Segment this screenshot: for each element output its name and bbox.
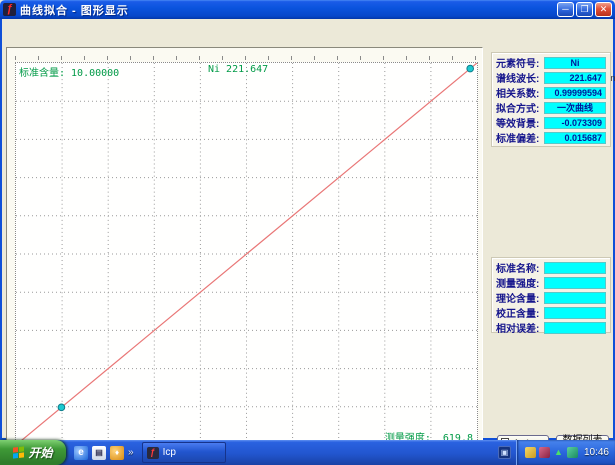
fit-method-row: 拟合方式: 一次曲线 <box>496 100 606 115</box>
wavelength-label: 谱线波长: <box>496 70 539 85</box>
sample-intensity-label: 测量强度: <box>496 275 539 290</box>
correlation-row: 相关系数: 0.99999594 <box>496 85 606 100</box>
restore-icon[interactable]: ❐ <box>576 2 593 17</box>
fit-info-panel: 元素符号: Ni 谱线波长: 221.647 nm 相关系数: 0.999995… <box>491 52 611 147</box>
fit-method-field[interactable]: 一次曲线 <box>544 102 606 114</box>
standard-content-annotation: 标准含量: 10.00000 <box>19 64 119 79</box>
chart-container: 标准含量: 10.00000 Ni 221.647 测量强度: 619.8 <box>6 47 483 454</box>
app-window: ƒ 曲线拟合 - 图形显示 ─ ❐ ✕ 标准含量: 10.00000 Ni 22… <box>0 0 615 465</box>
taskbar-item-icp[interactable]: ƒ Icp <box>142 442 226 463</box>
taskbar: 开始 e ▤ ♦ » ƒ Icp ▣ ▲ 10:46 <box>0 440 615 465</box>
chart-ruler <box>15 52 478 61</box>
theoretical-content-field[interactable] <box>544 292 606 304</box>
relative-error-label: 相对误差: <box>496 320 539 335</box>
background-label: 等效背景: <box>496 115 539 130</box>
start-button-label: 开始 <box>28 444 52 461</box>
corrected-content-field[interactable] <box>544 307 606 319</box>
background-row: 等效背景: -0.073309 <box>496 115 606 130</box>
chevron-right-icon[interactable]: » <box>128 447 134 458</box>
corrected-content-row: 校正含量: <box>496 305 606 320</box>
standard-name-row: 标准名称: <box>496 260 606 275</box>
fit-method-label: 拟合方式: <box>496 100 539 115</box>
windows-logo-icon <box>13 446 24 458</box>
wavelength-row: 谱线波长: 221.647 nm <box>496 70 606 85</box>
theoretical-content-row: 理论含量: <box>496 290 606 305</box>
window-title: 曲线拟合 - 图形显示 <box>20 2 129 18</box>
correlation-label: 相关系数: <box>496 85 539 100</box>
sample-intensity-row: 测量强度: <box>496 275 606 290</box>
calibration-plot[interactable]: 标准含量: 10.00000 Ni 221.647 测量强度: 619.8 <box>15 62 478 446</box>
minimize-icon[interactable]: ─ <box>557 2 574 17</box>
standard-name-label: 标准名称: <box>496 260 539 275</box>
quick-launch: e ▤ ♦ » <box>74 446 134 460</box>
close-icon[interactable]: ✕ <box>595 2 612 17</box>
relative-error-row: 相对误差: <box>496 320 606 335</box>
tray-icon-2[interactable] <box>539 447 550 458</box>
tray-icon-1[interactable] <box>525 447 536 458</box>
start-button[interactable]: 开始 <box>0 440 66 465</box>
element-symbol-row: 元素符号: Ni <box>496 55 606 70</box>
plot-canvas <box>16 63 477 445</box>
messenger-icon[interactable]: ♦ <box>110 446 124 460</box>
sample-info-panel: 标准名称: 测量强度: 理论含量: 校正含量: 相对误差: <box>491 257 611 333</box>
icp-app-icon: ƒ <box>147 447 159 459</box>
titlebar[interactable]: ƒ 曲线拟合 - 图形显示 ─ ❐ ✕ <box>0 0 615 19</box>
app-icon: ƒ <box>3 3 16 16</box>
theoretical-content-label: 理论含量: <box>496 290 539 305</box>
tray-icon-4[interactable] <box>567 447 578 458</box>
wavelength-field[interactable]: 221.647 <box>544 72 606 84</box>
show-desktop-icon[interactable]: ▤ <box>92 446 106 460</box>
taskbar-item-label: Icp <box>163 447 176 458</box>
element-symbol-label: 元素符号: <box>496 55 539 70</box>
deviation-row: 标准偏差: 0.015687 <box>496 130 606 145</box>
client-area: 标准含量: 10.00000 Ni 221.647 测量强度: 619.8 元素… <box>0 19 615 440</box>
tray-network-icon[interactable]: ▲ <box>553 447 564 458</box>
deviation-label: 标准偏差: <box>496 130 539 145</box>
system-tray: ▲ 10:46 <box>516 440 615 465</box>
sample-intensity-field[interactable] <box>544 277 606 289</box>
relative-error-field[interactable] <box>544 322 606 334</box>
internet-explorer-icon[interactable]: e <box>74 446 88 460</box>
wavelength-unit: nm <box>610 73 615 83</box>
spectral-line-annotation: Ni 221.647 <box>208 64 268 75</box>
correlation-field[interactable]: 0.99999594 <box>544 87 606 99</box>
element-symbol-field[interactable]: Ni <box>544 57 606 69</box>
corrected-content-label: 校正含量: <box>496 305 539 320</box>
window-controls: ─ ❐ ✕ <box>557 2 612 17</box>
standard-name-field[interactable] <box>544 262 606 274</box>
language-bar-icon[interactable]: ▣ <box>498 446 511 459</box>
taskbar-clock: 10:46 <box>584 447 609 458</box>
deviation-field[interactable]: 0.015687 <box>544 132 606 144</box>
background-field[interactable]: -0.073309 <box>544 117 606 129</box>
